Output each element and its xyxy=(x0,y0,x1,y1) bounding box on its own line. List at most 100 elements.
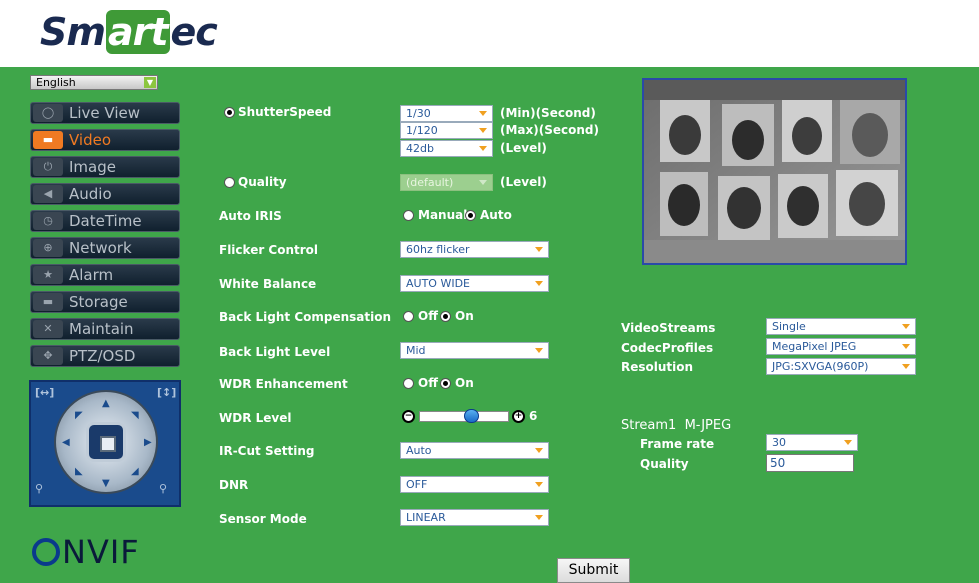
nav-item-image[interactable]: ⏻ Image xyxy=(30,156,180,178)
pan-left-button[interactable]: ◀ xyxy=(62,437,70,448)
wdr-on-radio[interactable] xyxy=(440,378,451,389)
wdr-label: WDR Enhancement xyxy=(219,377,348,391)
quality-label: Quality xyxy=(238,175,287,189)
globe-icon: ⊕ xyxy=(33,239,63,257)
video-camera-icon: ▬ xyxy=(33,131,63,149)
nav-item-storage[interactable]: ▬ Storage xyxy=(30,291,180,313)
codec-profiles-label: CodecProfiles xyxy=(621,341,714,355)
shutterspeed-radio[interactable] xyxy=(224,107,235,118)
nav-item-network[interactable]: ⊕ Network xyxy=(30,237,180,259)
ircut-label: IR-Cut Setting xyxy=(219,444,315,458)
nav-label: Image xyxy=(69,158,116,176)
chevron-down-icon: ▼ xyxy=(144,77,156,88)
dnr-label: DNR xyxy=(219,478,249,492)
video-streams-select[interactable]: Single xyxy=(766,318,916,335)
blc-off-text: Off xyxy=(418,309,438,323)
pan-down-right-button[interactable]: ◢ xyxy=(131,466,139,477)
smartec-logo: Smartec xyxy=(40,10,218,54)
stream-quality-label: Quality xyxy=(640,457,689,471)
dnr-select[interactable]: OFF xyxy=(400,476,549,493)
power-icon: ⏻ xyxy=(33,158,63,176)
blc-off-radio[interactable] xyxy=(403,311,414,322)
camera-image xyxy=(644,80,905,263)
sensor-mode-select[interactable]: LINEAR xyxy=(400,509,549,526)
clock-icon: ◷ xyxy=(33,212,63,230)
star-icon: ★ xyxy=(33,266,63,284)
wdr-on-text: On xyxy=(455,376,474,390)
magnifier-minus-icon[interactable]: ⚲ xyxy=(35,482,43,495)
tools-icon: ✕ xyxy=(33,320,63,338)
video-streams-label: VideoStreams xyxy=(621,321,716,335)
nav-label: DateTime xyxy=(69,212,142,230)
resolution-label: Resolution xyxy=(621,360,694,374)
nav-item-video[interactable]: ▬ Video xyxy=(30,129,180,151)
camera-preview xyxy=(642,78,907,265)
blc-on-radio[interactable] xyxy=(440,311,451,322)
shutterspeed-label: ShutterSpeed xyxy=(238,105,332,119)
submit-button[interactable]: Submit xyxy=(557,558,630,583)
nav-label: Alarm xyxy=(69,266,114,284)
auto-iris-manual-text: Manual xyxy=(418,208,468,222)
quality-level-select: (default) xyxy=(400,174,493,191)
blc-label: Back Light Compensation xyxy=(219,310,392,324)
nav-item-alarm[interactable]: ★ Alarm xyxy=(30,264,180,286)
move-arrows-icon: ✥ xyxy=(33,347,63,365)
shutter-max-select[interactable]: 1/120 xyxy=(400,122,493,139)
pan-up-button[interactable]: ▲ xyxy=(102,398,110,409)
language-value: English xyxy=(36,76,76,89)
shutter-min-select[interactable]: 1/30 xyxy=(400,105,493,122)
pan-down-left-button[interactable]: ◣ xyxy=(75,466,83,477)
nav-label: Video xyxy=(69,131,112,149)
nav-item-audio[interactable]: ◀ Audio xyxy=(30,183,180,205)
ptz-direction-ring[interactable]: ▲ ▼ ◀ ▶ ◤ ◥ ◣ ◢ xyxy=(54,390,158,494)
pan-right-button[interactable]: ▶ xyxy=(144,437,152,448)
codec-profiles-select[interactable]: MegaPixel JPEG xyxy=(766,338,916,355)
wdr-increase-button[interactable]: + xyxy=(512,410,525,423)
ptz-home-button[interactable] xyxy=(86,422,126,462)
wdr-level-label: WDR Level xyxy=(219,411,292,425)
wdr-level-value: 6 xyxy=(529,409,538,423)
auto-iris-label: Auto IRIS xyxy=(219,209,282,223)
nav-label: PTZ/OSD xyxy=(69,347,136,365)
bl-level-select[interactable]: Mid xyxy=(400,342,549,359)
nav-item-datetime[interactable]: ◷ DateTime xyxy=(30,210,180,232)
auto-iris-manual-radio[interactable] xyxy=(403,210,414,221)
auto-iris-auto-radio[interactable] xyxy=(465,210,476,221)
white-balance-select[interactable]: AUTO WIDE xyxy=(400,275,549,292)
wdr-off-text: Off xyxy=(418,376,438,390)
wdr-decrease-button[interactable]: − xyxy=(402,410,415,423)
ircut-select[interactable]: Auto xyxy=(400,442,549,459)
wdr-off-radio[interactable] xyxy=(403,378,414,389)
quality-radio[interactable] xyxy=(224,177,235,188)
nav-label: Storage xyxy=(69,293,128,311)
folder-icon: ▬ xyxy=(33,293,63,311)
magnifier-plus-icon[interactable]: ⚲ xyxy=(159,482,167,495)
gain-select[interactable]: 42db xyxy=(400,140,493,157)
onvif-logo: NVIF xyxy=(32,533,140,571)
wdr-level-slider-handle[interactable] xyxy=(464,409,479,423)
frame-rate-select[interactable]: 30 xyxy=(766,434,858,451)
ptz-control-panel: [↔] [↕] ▲ ▼ ◀ ▶ ◤ ◥ ◣ ◢ ⚲ ⚲ xyxy=(29,380,181,507)
resolution-select[interactable]: JPG:SXVGA(960P) xyxy=(766,358,916,375)
bl-level-label: Back Light Level xyxy=(219,345,331,359)
speaker-icon: ◀ xyxy=(33,185,63,203)
level-note: (Level) xyxy=(500,141,547,155)
pan-up-left-button[interactable]: ◤ xyxy=(75,410,83,421)
zoom-out-icon[interactable]: [↔] xyxy=(35,386,54,399)
flicker-label: Flicker Control xyxy=(219,243,319,257)
max-second-note: (Max)(Second) xyxy=(500,123,599,137)
pan-down-button[interactable]: ▼ xyxy=(102,478,110,489)
stream-quality-input[interactable]: 50 xyxy=(766,454,854,472)
flicker-select[interactable]: 60hz flicker xyxy=(400,241,549,258)
frame-rate-label: Frame rate xyxy=(640,437,715,451)
quality-level-note: (Level) xyxy=(500,175,547,189)
nav-item-live-view[interactable]: ◯ Live View xyxy=(30,102,180,124)
nav-item-ptz-osd[interactable]: ✥ PTZ/OSD xyxy=(30,345,180,367)
auto-iris-auto-text: Auto xyxy=(480,208,512,222)
sensor-mode-label: Sensor Mode xyxy=(219,512,307,526)
nav-item-maintain[interactable]: ✕ Maintain xyxy=(30,318,180,340)
pan-up-right-button[interactable]: ◥ xyxy=(131,410,139,421)
nav-label: Audio xyxy=(69,185,112,203)
language-select[interactable]: English ▼ xyxy=(30,75,158,90)
zoom-in-icon[interactable]: [↕] xyxy=(157,386,176,399)
